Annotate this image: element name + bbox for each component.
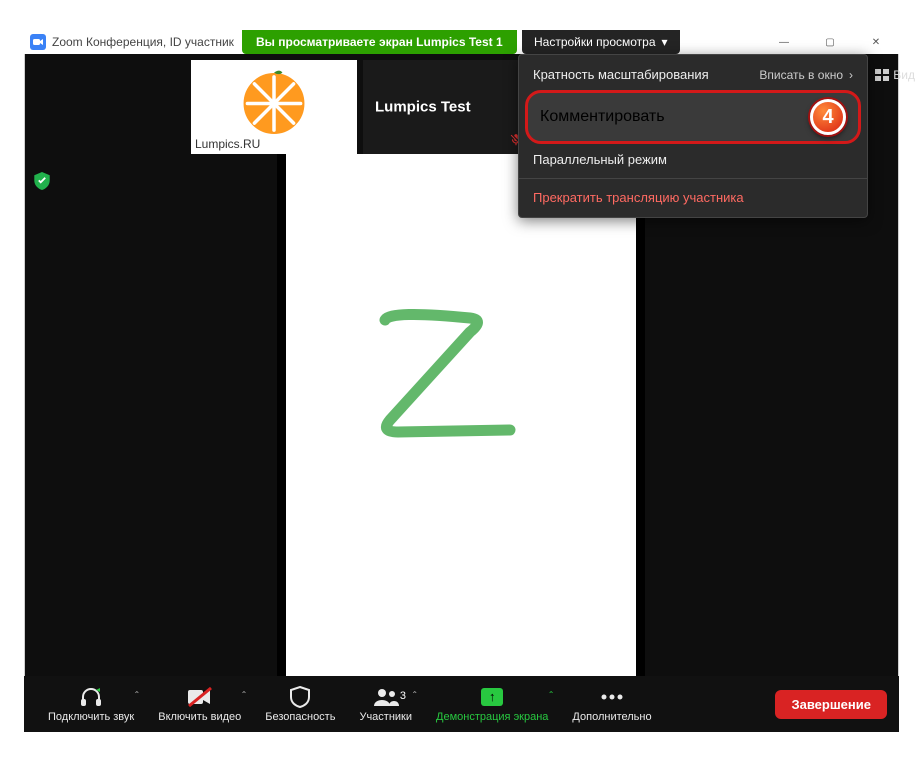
window-controls: — ▢ ✕ <box>761 30 899 54</box>
end-meeting-label: Завершение <box>791 697 871 712</box>
headphones-icon <box>79 686 103 708</box>
security-button[interactable]: Безопасность <box>253 686 347 723</box>
participants-button[interactable]: ⌃ 3 Участники <box>347 686 424 723</box>
chevron-down-icon: ▾ <box>662 35 668 49</box>
menu-zoom-ratio[interactable]: Кратность масштабирования Вписать в окно… <box>519 59 867 90</box>
participant-thumb-1[interactable]: Lumpics.RU <box>191 60 357 154</box>
start-video-button[interactable]: ⌃ Включить видео <box>146 686 253 723</box>
view-mode-button[interactable]: Вид <box>875 68 915 82</box>
security-label: Безопасность <box>265 711 335 723</box>
more-label: Дополнительно <box>572 711 651 723</box>
window-title: Zoom Конференция, ID участник <box>52 35 234 49</box>
meeting-toolbar: ⌃ Подключить звук ⌃ Включить видео Безоп… <box>24 676 899 732</box>
more-button[interactable]: Дополнительно <box>560 686 663 723</box>
join-audio-button[interactable]: ⌃ Подключить звук <box>36 686 146 723</box>
grid-icon <box>875 69 889 81</box>
caret-up-icon: ⌃ <box>548 690 555 699</box>
zoom-app-icon <box>30 34 46 50</box>
start-video-label: Включить видео <box>158 711 241 723</box>
menu-zoom-ratio-label: Кратность масштабирования <box>533 67 709 82</box>
sharing-banner-text: Вы просматриваете экран Lumpics Test 1 <box>256 35 503 49</box>
participant-thumbnails: Lumpics.RU Lumpics Test <box>191 60 529 154</box>
maximize-button[interactable]: ▢ <box>807 30 853 54</box>
view-settings-label: Настройки просмотра <box>534 35 656 49</box>
menu-annotate[interactable]: Комментировать 4 <box>525 90 861 144</box>
chevron-right-icon: › <box>849 68 853 82</box>
participant-2-name: Lumpics Test <box>375 99 471 116</box>
view-mode-label: Вид <box>893 68 915 82</box>
avatar-orange-icon <box>239 69 309 139</box>
caret-up-icon: ⌃ <box>411 690 418 699</box>
menu-stop-share[interactable]: Прекратить трансляцию участника <box>519 182 867 213</box>
caret-up-icon: ⌃ <box>241 690 248 699</box>
sharing-banner: Вы просматриваете экран Lumpics Test 1 <box>242 30 517 54</box>
view-settings-button[interactable]: Настройки просмотра ▾ <box>522 30 680 54</box>
view-settings-menu: Кратность масштабирования Вписать в окно… <box>518 54 868 218</box>
people-icon <box>372 686 400 708</box>
participants-label: Участники <box>359 711 412 723</box>
end-meeting-button[interactable]: Завершение <box>775 690 887 719</box>
menu-side-by-side[interactable]: Параллельный режим <box>519 144 867 175</box>
join-audio-label: Подключить звук <box>48 711 134 723</box>
participant-thumb-2[interactable]: Lumpics Test <box>363 60 529 154</box>
participants-count: 3 <box>400 690 406 702</box>
share-screen-icon: ↑ <box>481 688 503 706</box>
participant-1-name: Lumpics.RU <box>195 137 260 151</box>
menu-annotate-label: Комментировать <box>540 108 665 126</box>
annotation-drawing <box>350 290 570 490</box>
caret-up-icon: ⌃ <box>134 690 141 699</box>
menu-side-by-side-label: Параллельный режим <box>533 152 667 167</box>
menu-stop-share-label: Прекратить трансляцию участника <box>533 190 744 205</box>
shield-icon <box>290 686 310 708</box>
menu-separator <box>519 178 867 179</box>
close-button[interactable]: ✕ <box>853 30 899 54</box>
minimize-button[interactable]: — <box>761 30 807 54</box>
video-off-icon <box>187 686 213 708</box>
more-icon <box>600 686 624 708</box>
menu-zoom-ratio-value: Вписать в окно <box>759 68 843 82</box>
share-screen-button[interactable]: ⌃ ↑ Демонстрация экрана <box>424 686 560 723</box>
step-badge: 4 <box>810 99 846 135</box>
encryption-shield-icon[interactable] <box>34 172 50 193</box>
share-screen-label: Демонстрация экрана <box>436 711 548 723</box>
